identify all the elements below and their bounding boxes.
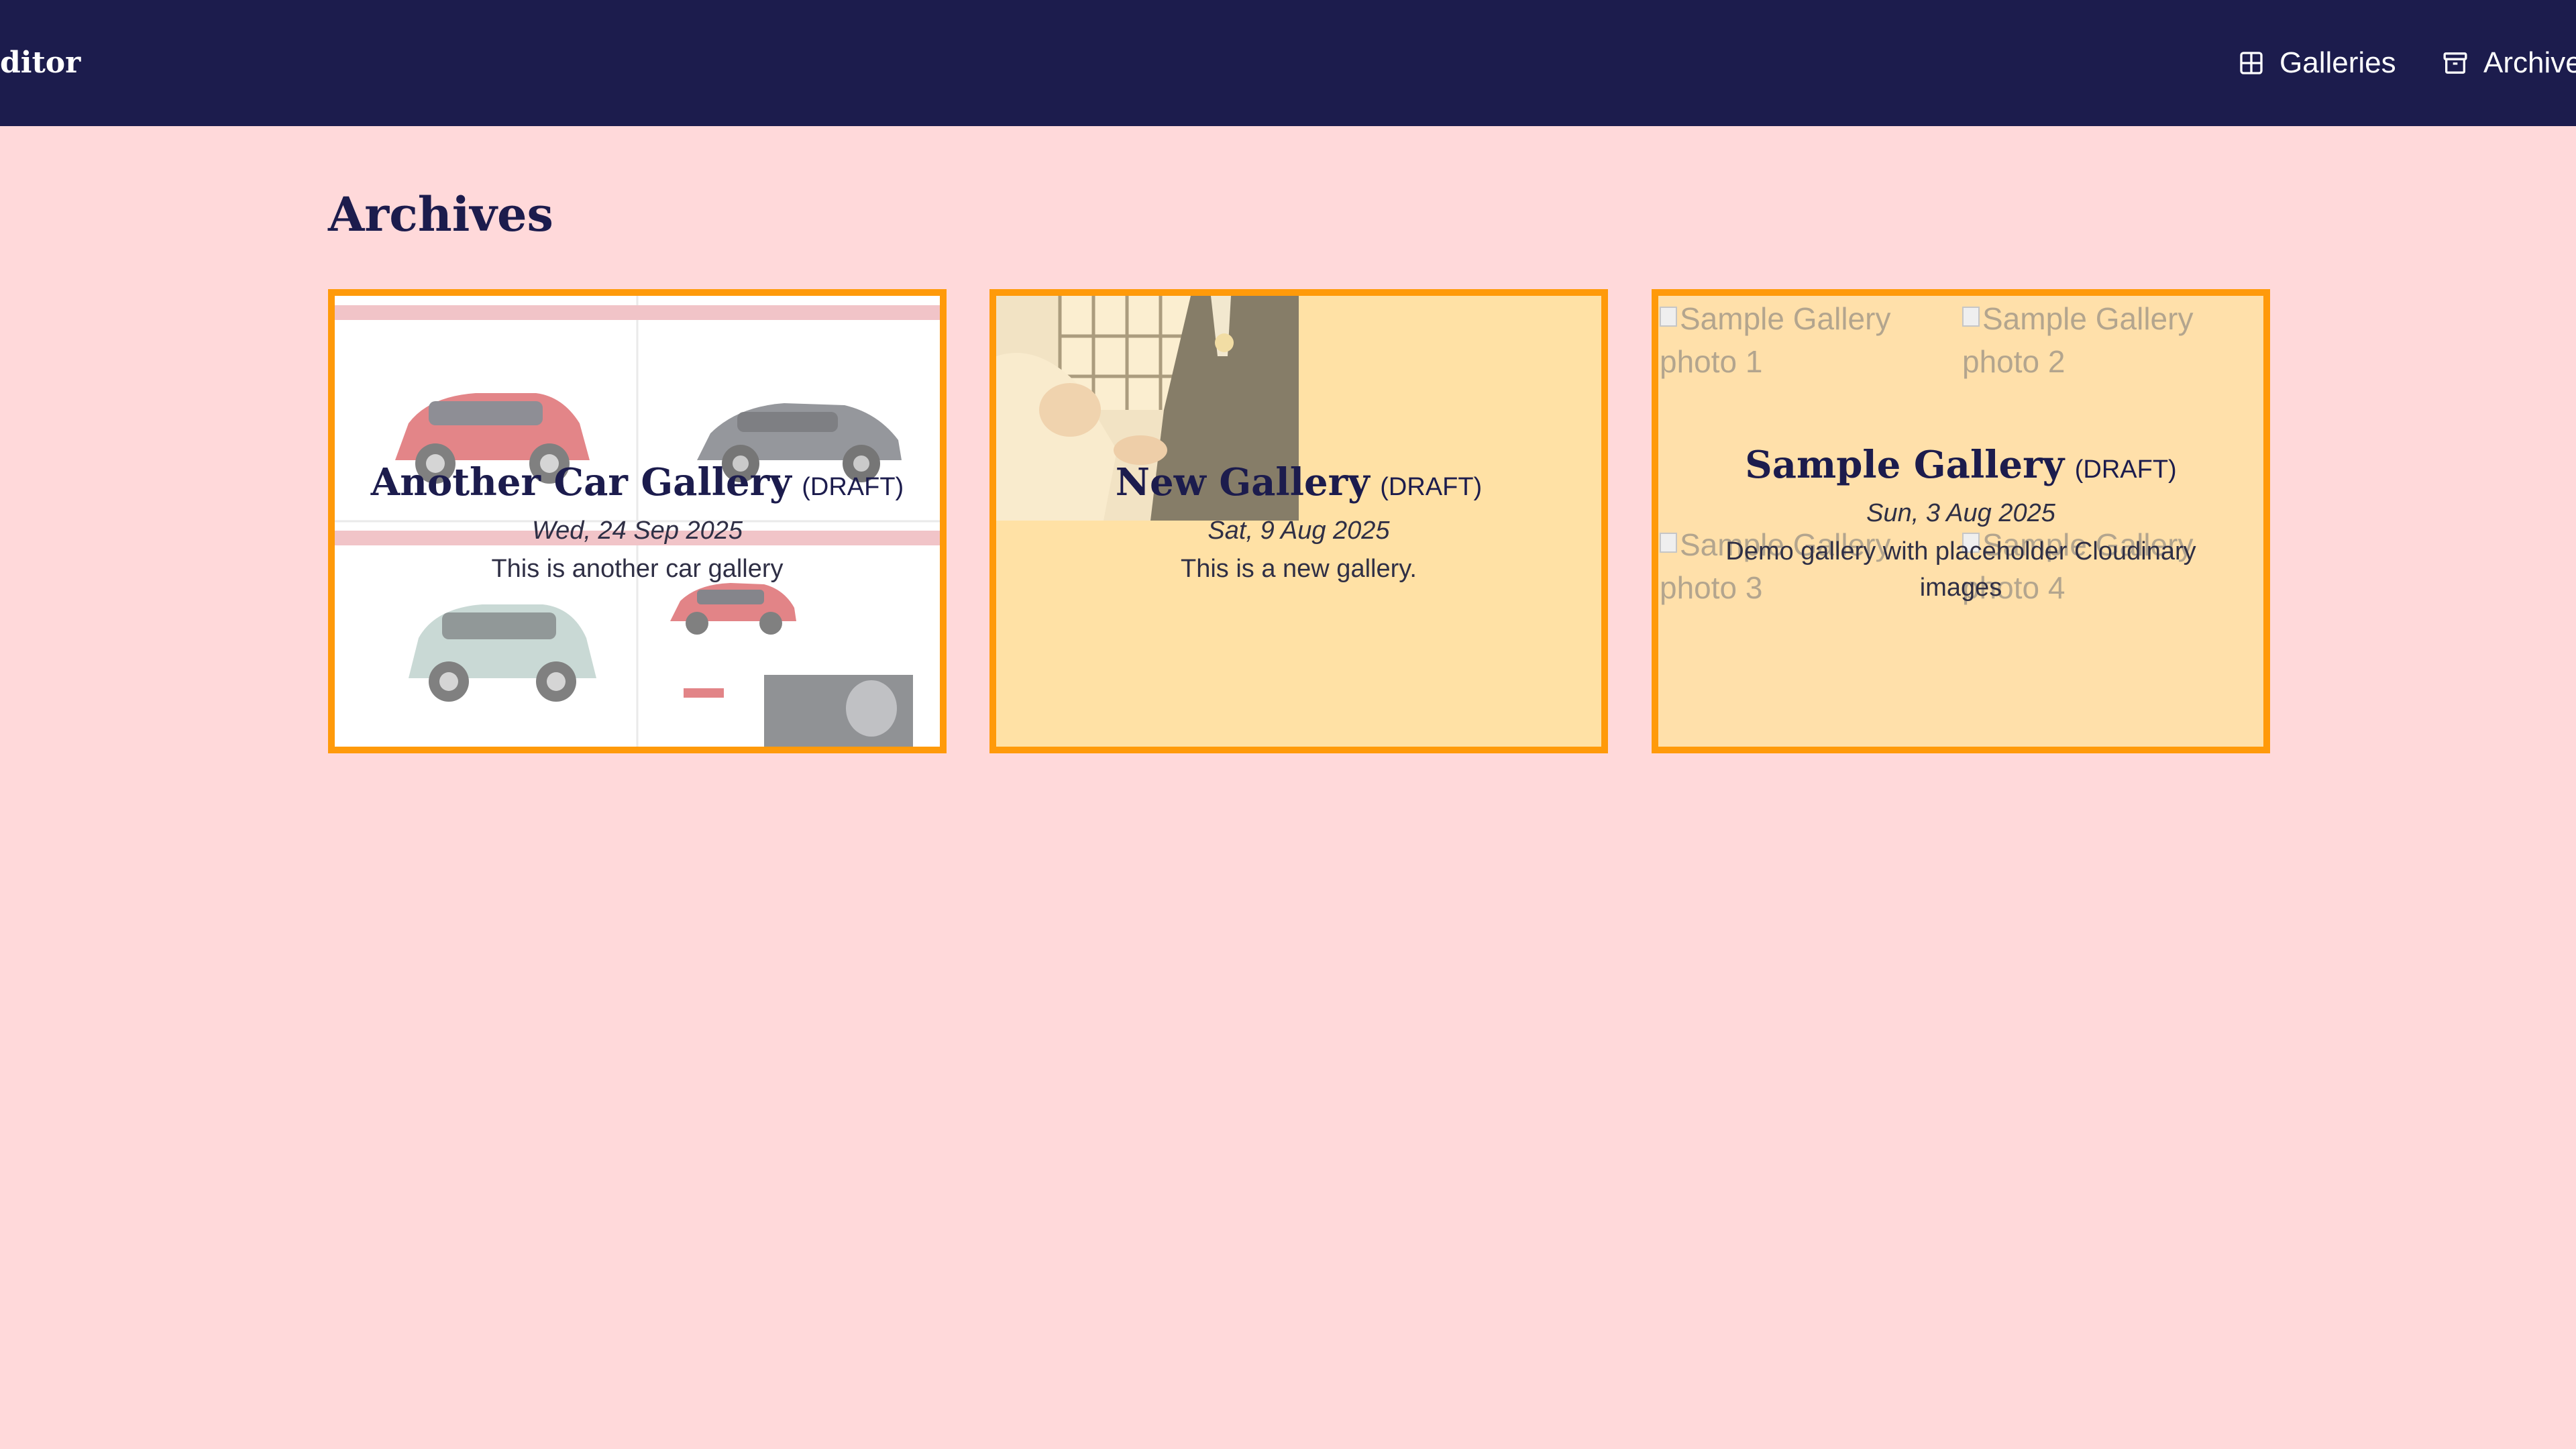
card-date: Wed, 24 Sep 2025 bbox=[531, 517, 743, 545]
nav-galleries-link[interactable]: Galleries bbox=[2238, 40, 2396, 86]
draft-badge: (DRAFT) bbox=[802, 473, 904, 501]
gallery-card-new-gallery[interactable]: New Gallery (DRAFT) Sat, 9 Aug 2025 This… bbox=[989, 289, 1608, 753]
card-title: Sample Gallery bbox=[1745, 443, 2065, 487]
draft-badge: (DRAFT) bbox=[2074, 455, 2177, 484]
brand-name[interactable]: ditor bbox=[0, 44, 80, 82]
archive-box-icon bbox=[2443, 52, 2467, 74]
card-info: Another Car Gallery (DRAFT) Wed, 24 Sep … bbox=[335, 459, 940, 587]
nav-galleries-label: Galleries bbox=[2279, 46, 2396, 79]
card-info: New Gallery (DRAFT) Sat, 9 Aug 2025 This… bbox=[996, 459, 1601, 587]
gallery-card-sample-gallery[interactable]: Sample Gallery photo 1 Sample Gallery ph… bbox=[1652, 289, 2270, 753]
card-title: Another Car Gallery bbox=[370, 460, 792, 504]
page-title: Archives bbox=[328, 186, 553, 242]
broken-image-photo-2: Sample Gallery photo 2 bbox=[1962, 301, 2194, 379]
card-description: Demo gallery with placeholder Cloudinary… bbox=[1725, 537, 2196, 602]
card-description: This is a new gallery. bbox=[1181, 555, 1417, 583]
broken-image-icon bbox=[1660, 307, 1677, 327]
card-description: This is another car gallery bbox=[491, 555, 784, 583]
card-title-line: New Gallery (DRAFT) bbox=[996, 459, 1601, 511]
nav-archives-label: Archives bbox=[2483, 46, 2576, 79]
gallery-card-another-car-gallery[interactable]: Another Car Gallery (DRAFT) Wed, 24 Sep … bbox=[328, 289, 947, 753]
draft-badge: (DRAFT) bbox=[1380, 473, 1483, 501]
card-date: Sat, 9 Aug 2025 bbox=[1208, 517, 1390, 545]
card-date: Sun, 3 Aug 2025 bbox=[1866, 499, 2055, 527]
nav-archives-link[interactable]: Archives bbox=[2442, 40, 2576, 86]
broken-image-icon bbox=[1962, 307, 1980, 327]
card-title-line: Another Car Gallery (DRAFT) bbox=[335, 459, 940, 511]
card-title-line: Sample Gallery (DRAFT) bbox=[1658, 441, 2263, 493]
broken-image-photo-1: Sample Gallery photo 1 bbox=[1660, 301, 1891, 379]
grid-icon bbox=[2240, 52, 2263, 74]
card-title: New Gallery bbox=[1115, 460, 1370, 504]
top-navbar: ditor Galleries Archives bbox=[0, 0, 2576, 126]
card-info: Sample Gallery (DRAFT) Sun, 3 Aug 2025 D… bbox=[1658, 441, 2263, 606]
